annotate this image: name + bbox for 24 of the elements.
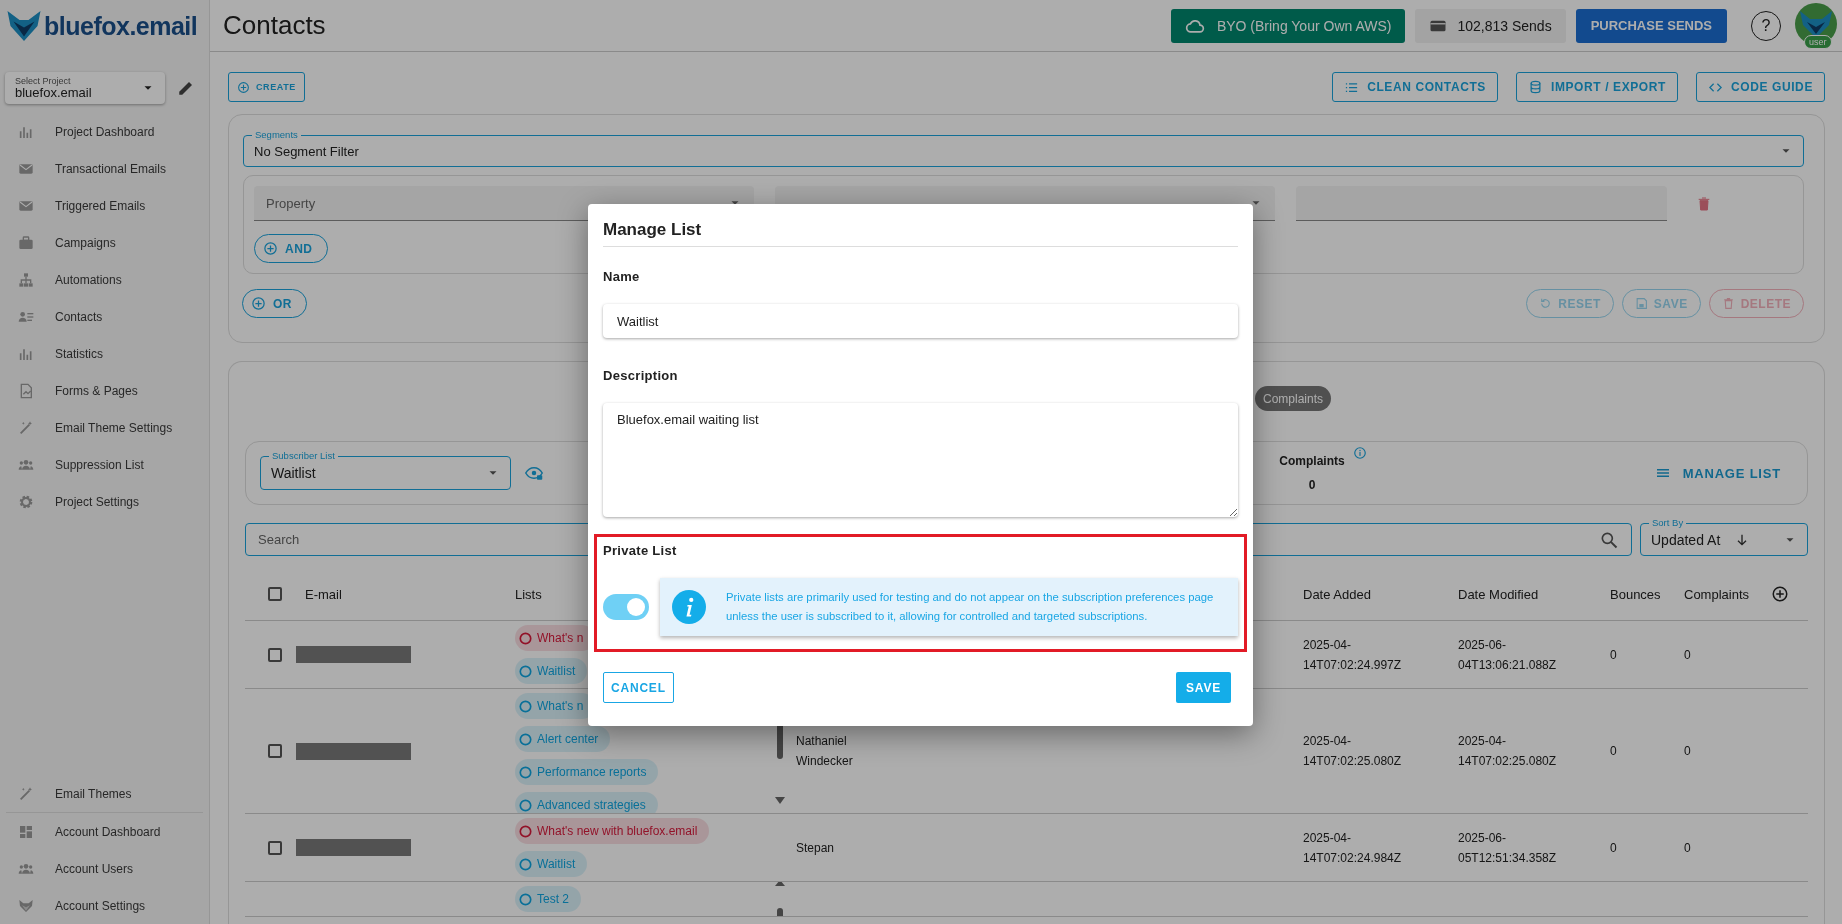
table-cell-text: 0	[1610, 646, 1618, 664]
info-text: Private lists are primarily used for testing and do not appear on the subscription preferences page unless the user is subscribed to it, allowing for controlled and targeted subscriptions.	[726, 590, 1215, 624]
table-cell-text: 0	[1610, 743, 1618, 760]
table-cell-text: 2025-04-14T07:02:25.080Z	[1303, 733, 1403, 770]
table-cell-text: 2025-04-14T07:02:24.984Z	[1303, 829, 1403, 867]
page-title: Contacts	[223, 10, 327, 41]
table-cell-text: 0	[1684, 839, 1692, 857]
table-cell-text: 2025-04-14T07:02:25.080Z	[1458, 733, 1558, 770]
table-cell-text: Nathaniel Windecker	[796, 733, 854, 770]
table-cell-text: 0	[1684, 646, 1692, 664]
logo-text: bluefox.email	[44, 11, 198, 41]
field-label: Name	[603, 269, 641, 284]
stat-label: Complaints	[1279, 454, 1345, 468]
table-cell-text: 0	[1684, 743, 1692, 760]
dialog-title: Manage List	[603, 220, 1238, 247]
sends-counter: 102,813 Sends	[1415, 8, 1566, 43]
table-cell-text: 2025-04-14T07:02:24.997Z	[1303, 636, 1403, 674]
table-cell-text: 2025-06-04T13:06:21.088Z	[1458, 636, 1558, 674]
table-cell-text: 2025-06-05T12:51:34.358Z	[1458, 829, 1558, 867]
table-cell-text: 0	[1610, 839, 1618, 857]
field-label: Description	[603, 368, 679, 383]
table-cell-text: Stepan	[796, 839, 836, 857]
field-label: Private List	[603, 543, 678, 558]
stat-value: 0	[1308, 478, 1316, 492]
